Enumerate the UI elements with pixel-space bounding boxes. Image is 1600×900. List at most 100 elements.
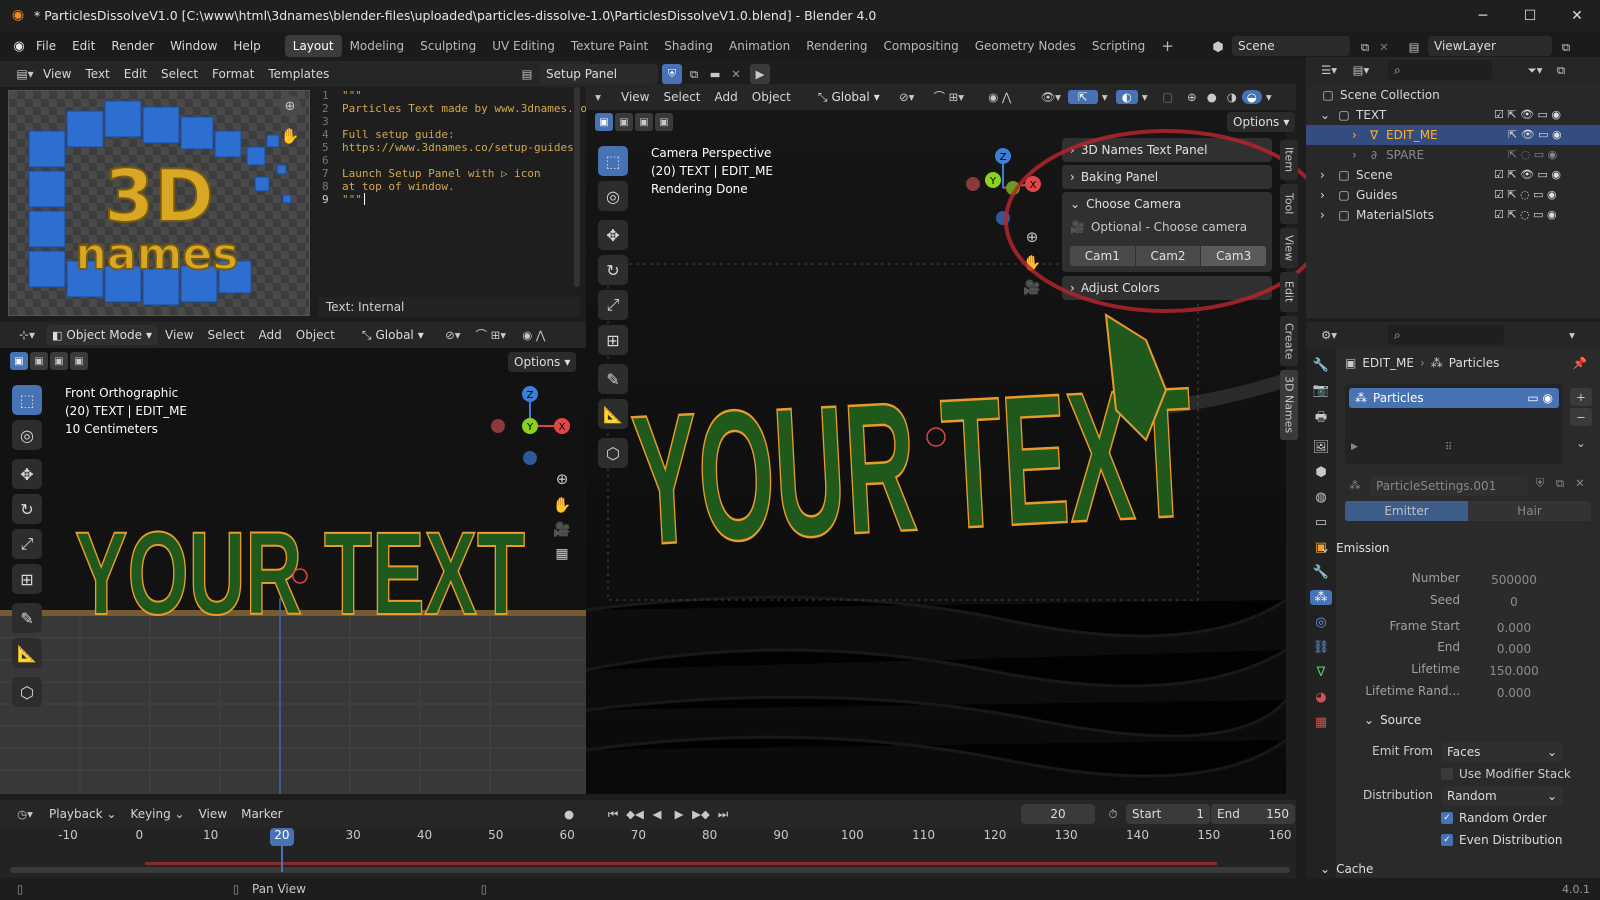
outliner-row-edit-me[interactable]: › ∇ EDIT_ME	[1352, 125, 1438, 145]
main-move-tool-icon[interactable]: ✥	[598, 220, 628, 250]
outliner-row-text[interactable]: ⌄ ▢ TEXT	[1320, 105, 1386, 125]
settings-shield-icon[interactable]: ⛨	[1530, 476, 1550, 491]
new-view-layer-icon[interactable]: ⧉	[1556, 37, 1576, 57]
toggle-row[interactable]: ☑ ⇱ ◌ ▭ ◉	[1494, 205, 1594, 225]
even-distribution-checkbox[interactable]: ✓	[1441, 834, 1453, 846]
tool-tab-icon[interactable]: 🔧	[1313, 358, 1329, 373]
select-new-icon[interactable]: ▣	[10, 352, 28, 370]
settings-copy-icon[interactable]: ⧉	[1550, 476, 1570, 491]
main-select-mode-buttons[interactable]: ▣ ▣ ▣ ▣	[595, 113, 673, 131]
text-datablock-field[interactable]: Setup Panel	[540, 64, 658, 84]
play-reverse-icon[interactable]: ◀	[648, 805, 666, 823]
main-menu-add[interactable]: Add	[708, 90, 745, 104]
distribution-dropdown[interactable]: Random ⌄	[1441, 786, 1563, 806]
list-menu-icon[interactable]: ⌄	[1570, 434, 1592, 452]
outliner-row-scene[interactable]: › ▢ Scene	[1320, 165, 1393, 185]
sidebar-tab-item[interactable]: Item	[1280, 140, 1298, 180]
main-select-box-tool-icon[interactable]: ⬚	[598, 146, 628, 176]
emitter-button[interactable]: Emitter	[1345, 501, 1468, 521]
solid-shading-icon[interactable]: ●	[1202, 90, 1222, 104]
add-particle-system-icon[interactable]: +	[1570, 388, 1592, 406]
seed-field[interactable]: 0	[1468, 592, 1560, 611]
jump-start-icon[interactable]: ⏮	[604, 805, 622, 823]
text-menu-edit[interactable]: Edit	[117, 67, 154, 81]
texture-tab-icon[interactable]: ▦	[1315, 715, 1327, 730]
particle-system-row[interactable]: ⁂ Particles ▭ ◉	[1349, 388, 1559, 408]
left-menu-view[interactable]: View	[158, 328, 200, 342]
lifetime-random-field[interactable]: 0.000	[1468, 683, 1560, 702]
material-tab-icon[interactable]: ◕	[1315, 690, 1326, 705]
hair-button[interactable]: Hair	[1468, 501, 1591, 521]
text-menu-text[interactable]: Text	[78, 67, 116, 81]
editor-type-icon[interactable]: ▤▾	[14, 67, 36, 81]
blender-menu-icon[interactable]: ◉	[10, 39, 28, 54]
visibility-eye-icon[interactable]: 👁▾	[1036, 90, 1066, 104]
overlays-toggle-icon[interactable]: ◐	[1115, 90, 1138, 104]
new-scene-icon[interactable]: ⧉	[1355, 37, 1375, 57]
scene-tab-icon[interactable]: ⬢	[1315, 465, 1326, 480]
select-subtract-icon[interactable]: ▣	[50, 352, 68, 370]
outliner-row-materialslots[interactable]: › ▢ MaterialSlots	[1320, 205, 1434, 225]
random-order-option[interactable]: ✓ Random Order	[1441, 811, 1547, 825]
sidebar-tab-edit[interactable]: Edit	[1280, 272, 1298, 312]
select-extend-icon[interactable]: ▣	[30, 352, 48, 370]
tab-modeling[interactable]: Modeling	[342, 35, 413, 57]
code-scrollbar[interactable]	[574, 87, 580, 287]
display-mode-icon[interactable]: ▤▾	[1348, 63, 1374, 77]
random-order-checkbox[interactable]: ✓	[1441, 812, 1453, 824]
wireframe-shading-icon[interactable]: ⊕	[1182, 90, 1202, 104]
world-tab-icon[interactable]: ◍	[1315, 490, 1326, 505]
toggle-row[interactable]: ☑ ⇱ ◌ ▭ ◉	[1494, 185, 1594, 205]
settings-unlink-icon[interactable]: ✕	[1570, 476, 1590, 490]
view-layer-icon[interactable]: ▤	[1404, 37, 1424, 57]
main-select-subtract-icon[interactable]: ▣	[635, 113, 653, 131]
particles-tab-icon[interactable]: ⁂	[1310, 590, 1332, 605]
select-box-tool-icon[interactable]: ⬚	[12, 385, 42, 415]
left-ortho-grid-icon[interactable]: ▦	[555, 546, 568, 562]
view-layer-tab-icon[interactable]: 🖼	[1313, 440, 1330, 455]
shading-dropdown-icon[interactable]: ▾	[1262, 90, 1276, 104]
annotate-tool-icon[interactable]: ✎	[12, 603, 42, 633]
gizmo-dropdown-icon[interactable]: ▾	[1098, 90, 1112, 104]
end-frame-field[interactable]: End 150	[1211, 804, 1295, 824]
remove-scene-icon[interactable]: ✕	[1376, 37, 1392, 57]
scale-tool-icon[interactable]: ⤢	[12, 529, 42, 559]
tab-scripting[interactable]: Scripting	[1084, 35, 1153, 57]
data-tab-icon[interactable]: ∇	[1317, 665, 1326, 680]
add-cube-tool-icon[interactable]: ⬡	[12, 677, 42, 707]
even-distribution-option[interactable]: ✓ Even Distribution	[1441, 833, 1563, 847]
material-shading-icon[interactable]: ◑	[1222, 90, 1242, 104]
add-workspace-button[interactable]: +	[1153, 33, 1182, 59]
sidebar-tab-create[interactable]: Create	[1280, 316, 1298, 366]
main-menu-object[interactable]: Object	[745, 90, 798, 104]
use-modifier-stack-option[interactable]: Use Modifier Stack	[1441, 767, 1571, 781]
start-frame-field[interactable]: Start 1	[1126, 804, 1210, 824]
menu-window[interactable]: Window	[162, 39, 225, 53]
gizmo-toggle-icon[interactable]: ⇱	[1067, 90, 1098, 104]
mode-selector[interactable]: ◧ Object Mode ▾	[46, 325, 159, 345]
properties-editor-type-icon[interactable]: ⚙▾	[1316, 328, 1342, 342]
play-icon[interactable]: ▶	[670, 805, 688, 823]
scene-selector[interactable]: Scene	[1232, 36, 1350, 56]
left-navigation-gizmo[interactable]: Z X Y	[490, 380, 570, 470]
left-pan-hand-icon[interactable]: ✋	[553, 496, 572, 514]
tab-rendering[interactable]: Rendering	[798, 35, 875, 57]
main-proportional-icon[interactable]: ◉ ⋀	[978, 90, 1022, 104]
left-options-dropdown[interactable]: Options ▾	[508, 352, 577, 372]
auto-keying-record-icon[interactable]: ●	[560, 805, 578, 823]
run-script-play-icon[interactable]: ▶	[750, 64, 770, 84]
physics-tab-icon[interactable]: ◎	[1315, 615, 1326, 630]
sidebar-tab-3d-names[interactable]: 3D Names	[1280, 370, 1298, 440]
text-menu-select[interactable]: Select	[154, 67, 205, 81]
rotate-tool-icon[interactable]: ↻	[12, 494, 42, 524]
menu-edit[interactable]: Edit	[64, 39, 103, 53]
close-button[interactable]: ✕	[1554, 0, 1600, 31]
minimize-button[interactable]: ─	[1460, 0, 1506, 31]
menu-file[interactable]: File	[28, 39, 64, 53]
tab-compositing[interactable]: Compositing	[875, 35, 966, 57]
pan-hand-icon[interactable]: ✋	[279, 125, 301, 147]
main-transform-tool-icon[interactable]: ⊞	[598, 325, 628, 355]
current-frame-field[interactable]: 20	[1021, 804, 1095, 824]
left-menu-object[interactable]: Object	[289, 328, 342, 342]
timeline-menu-keying[interactable]: Keying ⌄	[123, 807, 191, 821]
